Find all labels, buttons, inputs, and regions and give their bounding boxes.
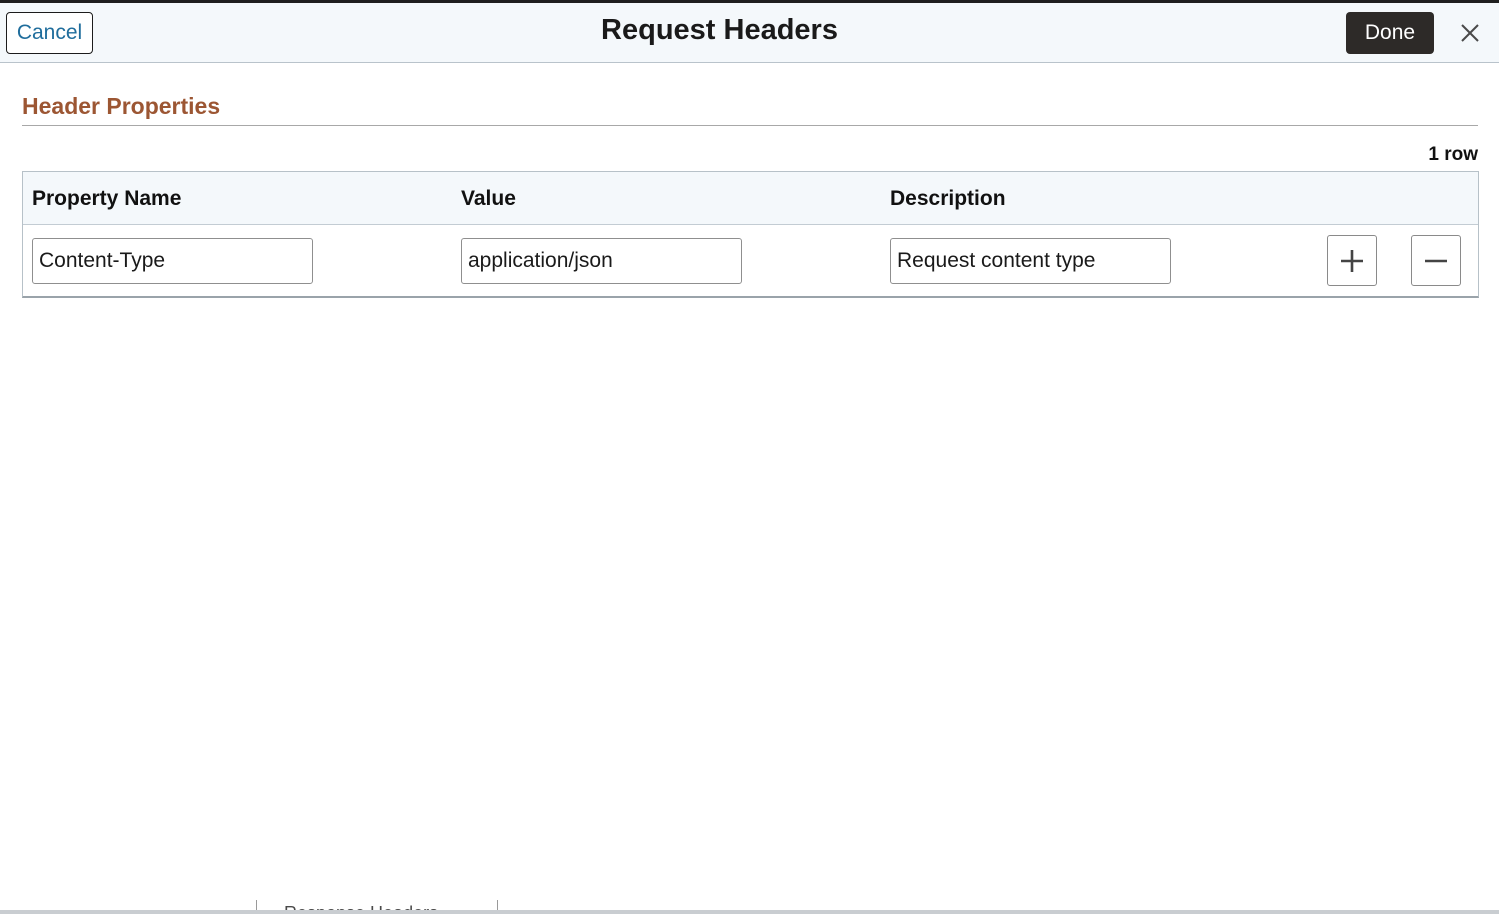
dialog-title: Request Headers bbox=[601, 14, 838, 46]
grid-header-row: Property Name Value Description bbox=[23, 172, 1478, 225]
property-name-input[interactable] bbox=[32, 238, 313, 284]
delete-row-button[interactable] bbox=[1411, 235, 1461, 286]
close-icon bbox=[1461, 24, 1479, 42]
section-title: Header Properties bbox=[22, 93, 221, 119]
section-divider bbox=[22, 125, 1478, 126]
column-header-value: Value bbox=[461, 187, 516, 210]
close-button[interactable] bbox=[1456, 19, 1484, 47]
add-row-button[interactable] bbox=[1327, 235, 1377, 286]
minus-icon bbox=[1425, 259, 1447, 262]
done-button[interactable]: Done bbox=[1346, 12, 1434, 54]
header-properties-grid: Property Name Value Description bbox=[22, 171, 1479, 298]
background-page-edge-bottom bbox=[0, 910, 1499, 914]
column-header-description: Description bbox=[890, 187, 1006, 210]
description-input[interactable] bbox=[890, 238, 1171, 284]
dialog-header: Cancel Request Headers Done bbox=[0, 3, 1499, 63]
row-count: 1 row bbox=[1428, 144, 1478, 165]
plus-icon bbox=[1341, 249, 1363, 272]
column-header-property-name: Property Name bbox=[32, 187, 182, 210]
value-input[interactable] bbox=[461, 238, 742, 284]
